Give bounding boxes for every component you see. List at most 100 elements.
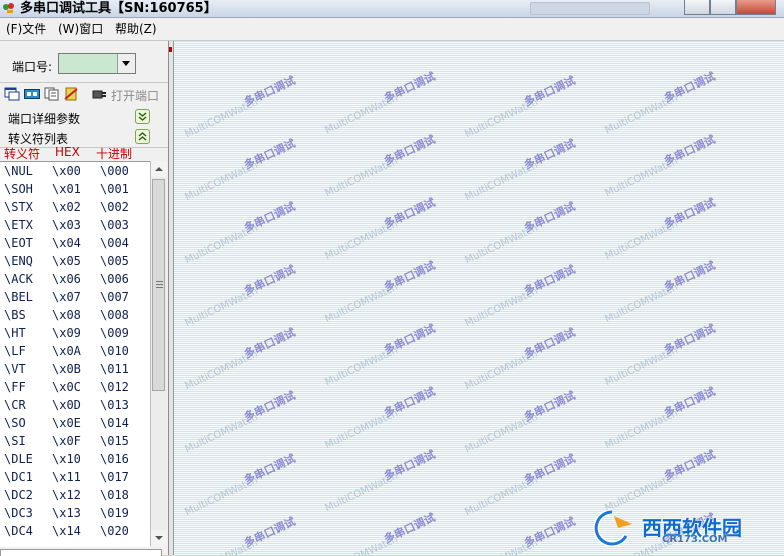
hex-mode-icon[interactable] (24, 87, 40, 101)
port-label: 端口号: (12, 60, 53, 74)
table-row[interactable]: \SOH \x01 \001 (0, 180, 150, 198)
collapse-icon[interactable] (135, 129, 150, 144)
expand-icon[interactable] (135, 109, 150, 124)
hex-cell: \x0C (52, 380, 81, 394)
escape-cell: \VT (4, 362, 26, 376)
watermark-text-en: MultiCOMWatch (183, 96, 260, 141)
escape-table-list[interactable]: \NUL \x00 \000 \SOH \x01 \001 \STX \x02 \002 \ETX… (0, 161, 150, 547)
decimal-cell: \015 (100, 434, 129, 448)
menu-help[interactable]: 帮助(Z) (115, 21, 157, 37)
menu-window[interactable]: (W)窗口 (58, 21, 103, 37)
table-row[interactable]: \BS \x08 \008 (0, 306, 150, 324)
copy-icon[interactable] (44, 87, 60, 101)
hex-cell: \x02 (52, 200, 81, 214)
table-row[interactable]: \DC4 \x14 \020 (0, 522, 150, 540)
escape-cell: \CR (4, 398, 26, 412)
detail-params-section[interactable]: 端口详细参数 (0, 107, 168, 128)
port-toolbar: 打开端口 (0, 82, 168, 108)
hex-cell: \x04 (52, 236, 81, 250)
watermark-text-en: MultiCOMWatch (183, 348, 260, 393)
table-row[interactable]: \SI \x0F \015 (0, 432, 150, 450)
table-row[interactable]: \SO \x0E \014 (0, 414, 150, 432)
escape-table-header: 转义符 HEX 十进制 (0, 143, 168, 161)
watermark-text-en: MultiCOMWatch (463, 285, 540, 330)
watermark-text-en: MultiCOMWatch (463, 538, 539, 555)
decimal-cell: \003 (100, 218, 129, 232)
escape-cell: \DC2 (4, 488, 33, 502)
scroll-thumb[interactable] (152, 179, 165, 391)
close-button[interactable] (736, 0, 776, 15)
table-row[interactable]: \LF \x0A \010 (0, 342, 150, 360)
escape-cell: \BS (4, 308, 26, 322)
watermark-text-en: MultiCOMWatch (323, 470, 400, 515)
detail-params-label: 端口详细参数 (8, 112, 81, 126)
new-window-icon[interactable] (4, 87, 20, 101)
maximize-button[interactable] (710, 0, 736, 15)
watermark-text-en: MultiCOMWatch (463, 411, 540, 456)
watermark-text-en: MultiCOMWatch (183, 474, 260, 519)
escape-cell: \LF (4, 344, 26, 358)
clear-icon[interactable] (63, 87, 79, 101)
watermark-text-en: MultiCOMWatch (323, 281, 400, 326)
col-hex: HEX (55, 145, 80, 159)
menu-file[interactable]: (F)文件 (6, 21, 46, 37)
decimal-cell: \010 (100, 344, 129, 358)
scroll-up-icon[interactable] (151, 161, 167, 177)
hex-cell: \x06 (52, 272, 81, 286)
decimal-cell: \002 (100, 200, 129, 214)
table-row[interactable]: \ACK \x06 \006 (0, 270, 150, 288)
escape-cell: \DLE (4, 452, 33, 466)
table-row[interactable]: \FF \x0C \012 (0, 378, 150, 396)
escape-cell: \STX (4, 200, 33, 214)
hex-cell: \x11 (52, 470, 81, 484)
table-row[interactable]: \DC3 \x13 \019 (0, 504, 150, 522)
table-row[interactable]: \EOT \x04 \004 (0, 234, 150, 252)
hex-cell: \x03 (52, 218, 81, 232)
watermark-text-en: MultiCOMWatch (323, 407, 400, 452)
table-row[interactable]: \VT \x0B \011 (0, 360, 150, 378)
table-row[interactable]: \DC2 \x12 \018 (0, 486, 150, 504)
left-panel: 端口号: 打开端口 端口详细参数 转义符列表 转义符 HEX 十进制 \NUL … (0, 41, 169, 556)
watermark-text-en: MultiCOMWatch (183, 222, 260, 267)
watermark-text-en: MultiCOMWatch (183, 538, 259, 555)
escape-cell: \BEL (4, 290, 33, 304)
escape-cell: \ACK (4, 272, 33, 286)
watermark-text-en: MultiCOMWatch (323, 218, 400, 263)
serial-display-area[interactable]: 多串口调试 MultiCOMWatch 多串口调试 MultiCOMWatch 多串口调… (173, 41, 784, 555)
hex-cell: \x05 (52, 254, 81, 268)
decimal-cell: \006 (100, 272, 129, 286)
col-escape: 转义符 (4, 147, 41, 161)
escape-cell: \DC4 (4, 524, 33, 538)
table-row[interactable]: \CR \x0D \013 (0, 396, 150, 414)
menu-bar: (F)文件 (W)窗口 帮助(Z) (0, 18, 784, 41)
col-decimal: 十进制 (96, 147, 133, 161)
hex-cell: \x12 (52, 488, 81, 502)
table-row[interactable]: \DC1 \x11 \017 (0, 468, 150, 486)
table-row[interactable]: \NUL \x00 \000 (0, 162, 150, 180)
table-row[interactable]: \HT \x09 \009 (0, 324, 150, 342)
watermark-text-en: MultiCOMWatch (603, 344, 680, 389)
table-row[interactable]: \DLE \x10 \016 (0, 450, 150, 468)
escape-table-scrollbar[interactable] (150, 161, 167, 546)
chevron-down-icon[interactable] (117, 54, 135, 73)
hex-cell: \x08 (52, 308, 81, 322)
escape-cell: \ENQ (4, 254, 33, 268)
table-row[interactable]: \STX \x02 \002 (0, 198, 150, 216)
open-port-button[interactable]: 打开端口 (111, 87, 159, 104)
minimize-button[interactable] (684, 0, 710, 15)
watermark-text-en: MultiCOMWatch (183, 411, 260, 456)
watermark-text-en: MultiCOMWatch (603, 281, 680, 326)
table-row[interactable]: \ETX \x03 \003 (0, 216, 150, 234)
watermark-text-en: MultiCOMWatch (323, 534, 399, 555)
decimal-cell: \008 (100, 308, 129, 322)
scroll-down-icon[interactable] (151, 530, 167, 546)
table-row[interactable]: \ENQ \x05 \005 (0, 252, 150, 270)
plug-icon[interactable] (91, 87, 107, 101)
table-row[interactable]: \BEL \x07 \007 (0, 288, 150, 306)
watermark-text-en: MultiCOMWatch (463, 222, 540, 267)
decimal-cell: \018 (100, 488, 129, 502)
decimal-cell: \017 (100, 470, 129, 484)
escape-cell: \NUL (4, 164, 33, 178)
hex-cell: \x0D (52, 398, 81, 412)
port-select[interactable] (58, 53, 136, 74)
